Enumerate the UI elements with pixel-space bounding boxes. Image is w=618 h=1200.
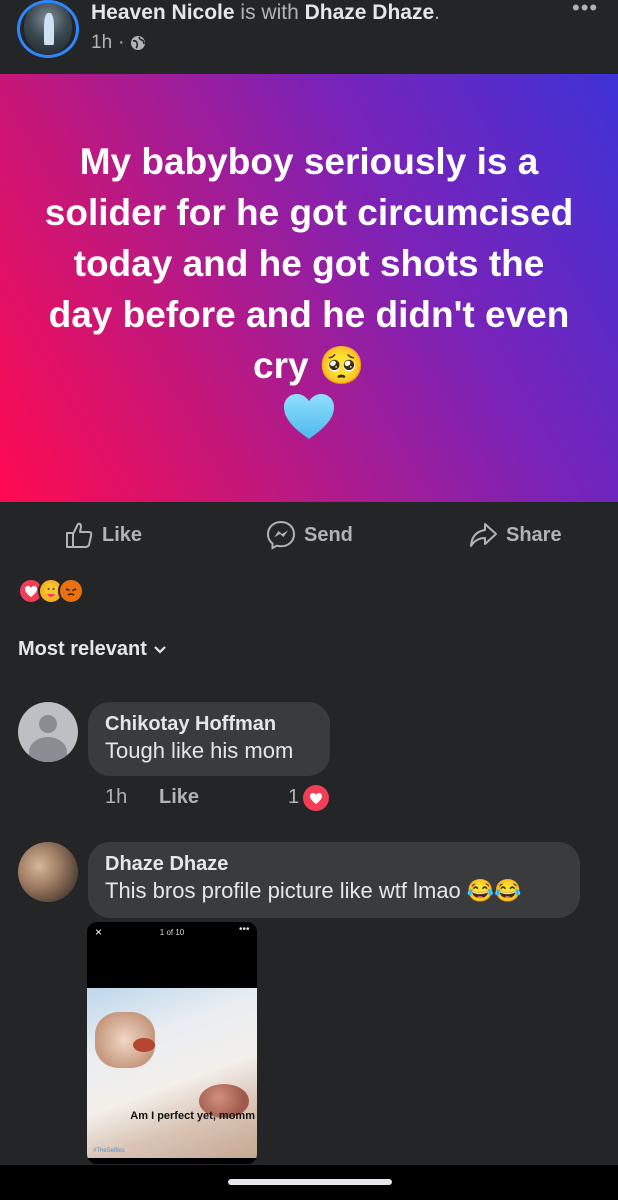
comment-reaction-count[interactable]: 1 [288,786,299,809]
light-blue-heart-icon [284,393,334,439]
sort-label: Most relevant [18,638,147,660]
with-text: is with [234,1,305,24]
author-avatar[interactable] [17,0,79,58]
facebook-post-screen: Heaven Nicole is with Dhaze Dhaze. 1h · … [0,0,618,1200]
reaction-summary[interactable] [18,578,84,604]
tagged-name[interactable]: Dhaze Dhaze [305,1,435,24]
send-label: Send [304,523,353,546]
comment-like-button[interactable]: Like [159,786,199,809]
more-options-icon[interactable]: ••• [572,0,598,19]
comment-bubble: Chikotay Hoffman Tough like his mom [88,702,330,776]
angry-reaction-icon [58,578,84,604]
comment-image-attachment[interactable]: × 1 of 10 ••• Am I perfect yet, momm #Th… [87,922,257,1164]
post-actions: Like Send Share [0,512,618,560]
author-line: Heaven Nicole is with Dhaze Dhaze. [91,0,440,26]
chevron-down-icon [154,645,166,654]
comment-text: Tough like his mom [105,738,294,763]
globe-icon [131,36,146,50]
attachment-watermark: #TheSelfies [93,1148,125,1154]
commenter-avatar[interactable] [18,702,78,762]
more-icon: ••• [239,924,250,935]
comment-bubble: Dhaze Dhaze This bros profile picture li… [88,842,580,918]
comment-author[interactable]: Chikotay Hoffman [105,712,314,736]
commenter-avatar[interactable] [18,842,78,902]
image-counter: 1 of 10 [159,928,185,937]
status-background: My babyboy seriously is a solider for he… [0,74,618,502]
attachment-caption: Am I perfect yet, momm [130,1110,255,1122]
comment-text: This bros profile picture like wtf lmao … [105,878,522,903]
share-label: Share [506,523,562,546]
photo-detail [133,1038,155,1052]
comment-sort-dropdown[interactable]: Most relevant [18,638,167,661]
author-name[interactable]: Heaven Nicole [91,1,235,24]
love-reaction-icon[interactable] [303,785,329,811]
like-label: Like [102,523,143,546]
like-button[interactable]: Like [64,520,142,550]
thumbs-up-icon [66,522,93,548]
post-header: Heaven Nicole is with Dhaze Dhaze. 1h · … [0,0,618,74]
comment-author[interactable]: Dhaze Dhaze [105,852,564,876]
status-text: My babyboy seriously is a solider for he… [44,140,574,386]
avatar-photo [24,3,72,55]
comment-time[interactable]: 1h [105,786,127,809]
avatar-body [29,737,67,762]
meta-dot: · [118,32,125,53]
system-navigation-bar [0,1165,618,1200]
share-arrow-icon [470,523,497,547]
avatar-figure [44,13,54,45]
period: . [434,1,440,24]
post-time[interactable]: 1h [91,32,112,54]
post-meta: 1h · [91,32,146,54]
home-indicator[interactable] [228,1179,392,1185]
send-button[interactable]: Send [266,520,353,550]
attachment-photo: Am I perfect yet, momm #TheSelfies [87,988,257,1158]
share-button[interactable]: Share [468,520,562,550]
messenger-icon [266,520,296,550]
avatar-head [39,715,57,733]
